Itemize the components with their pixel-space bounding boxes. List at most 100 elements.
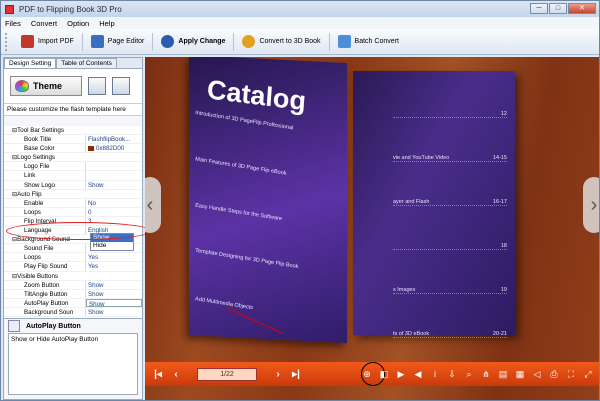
- property-value[interactable]: Show: [86, 308, 142, 316]
- maximize-button[interactable]: □: [549, 3, 567, 14]
- toc-entry-title: s Images: [393, 287, 416, 293]
- tilt-icon[interactable]: ◧: [377, 366, 391, 382]
- toc-entry[interactable]: s Images 19: [393, 287, 507, 294]
- toc-entry-page: 12: [500, 111, 507, 117]
- property-value[interactable]: No: [86, 199, 142, 207]
- expand-icon[interactable]: ⤢: [581, 366, 595, 382]
- property-value[interactable]: [86, 162, 142, 170]
- next-page-icon[interactable]: ›: [269, 369, 287, 380]
- apply-change-button[interactable]: Apply Change: [153, 31, 233, 53]
- right-page[interactable]: 12 vie and YouTube Video 14-15 ayer and Fla…: [353, 71, 515, 338]
- property-row[interactable]: Background Soun Show: [4, 307, 142, 317]
- cover-title: Catalog: [206, 74, 307, 117]
- fullscreen-icon[interactable]: ⛶: [564, 366, 578, 382]
- sound-icon[interactable]: ◀: [411, 366, 425, 382]
- print2-icon[interactable]: ⎙: [547, 366, 561, 382]
- property-value[interactable]: 0: [86, 208, 142, 216]
- cover-page[interactable]: Catalog Introduction of 3D PageFlip Prof…: [189, 57, 347, 344]
- property-row[interactable]: Book Title FlashflipBook...: [4, 135, 142, 145]
- property-row[interactable]: ⊟Auto Flip: [4, 190, 142, 199]
- property-row[interactable]: Enable No: [4, 198, 142, 208]
- menu-files[interactable]: Files: [5, 19, 21, 28]
- tab-table-of-contents[interactable]: Table of Contents: [56, 58, 117, 68]
- property-value[interactable]: Show: [86, 181, 142, 189]
- batch-convert-button[interactable]: Batch Convert: [330, 31, 407, 53]
- menu-option[interactable]: Option: [67, 19, 89, 28]
- dropdown-option-hide[interactable]: Hide: [91, 242, 133, 250]
- window-title: PDF to Flipping Book 3D Pro: [19, 4, 122, 14]
- property-value[interactable]: FlashflipBook...: [86, 135, 142, 143]
- property-value-text: Show: [88, 308, 104, 316]
- tab-design-setting[interactable]: Design Setting: [4, 58, 57, 68]
- batch-convert-icon: [337, 35, 351, 48]
- print-icon[interactable]: ▤: [496, 366, 510, 382]
- last-page-icon[interactable]: ▸|: [287, 369, 305, 380]
- property-row[interactable]: Logo File: [4, 162, 142, 172]
- property-value[interactable]: Yes: [86, 262, 142, 270]
- share2-icon[interactable]: ◁: [530, 366, 544, 382]
- property-value[interactable]: Yes: [86, 253, 142, 261]
- property-value[interactable]: Show: [86, 298, 142, 307]
- property-row[interactable]: ⊟Tool Bar Settings: [4, 126, 142, 136]
- play-icon[interactable]: ▶: [394, 366, 408, 382]
- minimize-button[interactable]: ─: [530, 3, 548, 14]
- toc-entry[interactable]: vie and YouTube Video 14-15: [393, 155, 507, 162]
- toolbar-grip: [5, 32, 9, 51]
- toc-entry[interactable]: 12: [393, 111, 507, 118]
- property-row[interactable]: Show Logo Show: [4, 180, 142, 190]
- property-row[interactable]: ⊟Visible Buttons: [4, 272, 142, 281]
- property-row[interactable]: AutoPlay Button Show: [4, 298, 142, 308]
- help-icon: [8, 320, 20, 332]
- menu-help[interactable]: Help: [99, 19, 114, 28]
- property-row[interactable]: Play Flip Sound Yes: [4, 262, 142, 272]
- theme-button[interactable]: Theme: [10, 76, 82, 96]
- property-key: Book Title: [4, 135, 86, 144]
- toc-entry-page: 19: [500, 287, 507, 293]
- cover-toc-item[interactable]: Add Multimedia Objects: [195, 296, 253, 311]
- prev-page-icon[interactable]: ‹: [167, 369, 185, 380]
- zoom-in-icon[interactable]: ⊕: [360, 366, 374, 382]
- property-value-text: 0x882D00: [96, 145, 125, 153]
- first-page-icon[interactable]: |◂: [149, 369, 167, 380]
- download-icon[interactable]: ⇩: [445, 366, 459, 382]
- cover-toc-item[interactable]: Template Designing for 3D Page Flip Book: [195, 248, 299, 270]
- search-icon[interactable]: ⌕: [462, 366, 476, 382]
- property-row[interactable]: TiltAngle Button Show: [4, 289, 142, 299]
- toc-entry-title: vie and YouTube Video: [393, 155, 450, 161]
- highlight-ellipse: [6, 222, 152, 240]
- close-button[interactable]: ✕: [568, 3, 596, 14]
- toc-entry[interactable]: 18: [393, 243, 507, 250]
- share-icon[interactable]: ⋔: [479, 366, 493, 382]
- toolbar: Import PDF Page Editor Apply Change Conv…: [1, 29, 599, 55]
- property-value[interactable]: Show: [86, 290, 142, 298]
- description-title: AutoPlay Button: [26, 322, 81, 330]
- import-pdf-button[interactable]: Import PDF: [13, 31, 82, 53]
- customize-hint: Please customize the flash template here: [4, 103, 142, 116]
- menu-convert[interactable]: Convert: [31, 19, 57, 28]
- toc-entry[interactable]: ayer and Flash 16-17: [393, 199, 507, 206]
- save-theme-icon[interactable]: [88, 77, 106, 95]
- page-editor-button[interactable]: Page Editor: [83, 31, 153, 53]
- property-value[interactable]: 0x882D00: [86, 144, 142, 152]
- property-key: Loops: [4, 253, 86, 262]
- info-icon[interactable]: i: [428, 366, 442, 382]
- property-row[interactable]: Loops 0: [4, 207, 142, 217]
- property-value[interactable]: Show: [86, 281, 142, 289]
- import-theme-icon[interactable]: [112, 77, 130, 95]
- toc-entry[interactable]: ts of 3D eBook 20-21: [393, 331, 507, 338]
- property-row[interactable]: Loops Yes: [4, 253, 142, 263]
- cover-toc-item[interactable]: Main Features of 3D Page Flip eBook: [195, 156, 287, 176]
- property-value[interactable]: [86, 171, 142, 179]
- property-row[interactable]: Base Color 0x882D00: [4, 144, 142, 154]
- app-icon: [5, 4, 14, 14]
- cover-toc-item[interactable]: Easy Handle Steps for the Software: [195, 203, 282, 223]
- property-row[interactable]: ⊟Logo Settings: [4, 153, 142, 163]
- property-row[interactable]: Zoom Button Show: [4, 280, 142, 290]
- page-number-input[interactable]: 1/22: [197, 367, 257, 381]
- thumbnails-icon[interactable]: ▦: [513, 366, 527, 382]
- previous-page-arrow-icon[interactable]: ‹: [145, 177, 161, 233]
- property-key: ⊟Visible Buttons: [12, 272, 59, 280]
- convert-3d-book-button[interactable]: Convert to 3D Book: [234, 31, 328, 53]
- property-row[interactable]: Link: [4, 171, 142, 181]
- next-page-arrow-icon[interactable]: ›: [583, 177, 599, 233]
